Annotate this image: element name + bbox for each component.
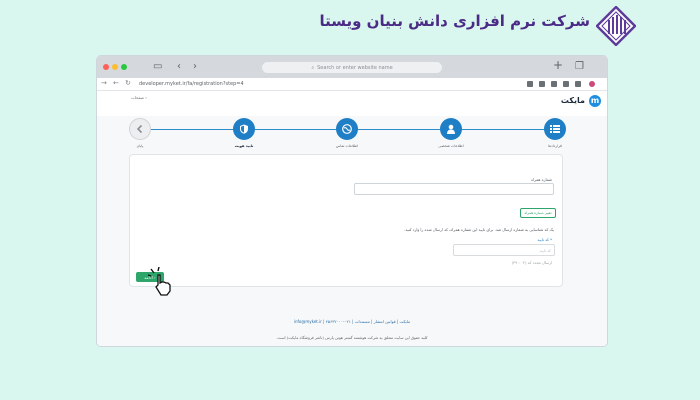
step-label-finish: پایان: [136, 144, 144, 148]
step-label-contracts: قراردادها: [548, 144, 562, 148]
close-window-icon[interactable]: [103, 64, 109, 70]
back-link[interactable]: ‹ صفحات: [131, 95, 147, 100]
tabs-icon[interactable]: ❐: [575, 61, 584, 73]
sidebar-toggle-icon[interactable]: [575, 81, 581, 87]
puzzle-icon[interactable]: [563, 81, 569, 87]
step-contact-info[interactable]: [336, 118, 358, 140]
footer-copyright: کلیه حقوق این سایت متعلق به شرکت هوشمند …: [276, 335, 428, 340]
myket-logo-icon[interactable]: m: [589, 95, 601, 107]
code-label: * کد تایید: [537, 237, 552, 242]
step-identity-verification[interactable]: [233, 118, 255, 140]
step-label-contact-info: اطلاعات تماس: [335, 144, 359, 148]
vista-building-logo-icon: [595, 5, 637, 47]
web-page: m مایکت ‹ صفحات قراردادها اطلاعات شخصی ا…: [97, 91, 607, 346]
step-contracts[interactable]: [544, 118, 566, 140]
list-icon: [550, 125, 560, 133]
browser-tab-bar: ▭ ‹ › ⌕ Search or enter website name + ❐: [97, 56, 607, 78]
sidebar-icon[interactable]: ▭: [153, 61, 162, 73]
step-personal-info[interactable]: [440, 118, 462, 140]
step-finish[interactable]: [129, 118, 151, 140]
globe-icon: [342, 124, 352, 134]
user-icon: [447, 124, 455, 134]
url-text[interactable]: developer.myket.ir/fa/registration?step=…: [139, 81, 244, 87]
shield-icon: [240, 124, 248, 134]
verification-code-input[interactable]: کد تایید: [453, 244, 555, 256]
browser-window: ▭ ‹ › ⌕ Search or enter website name + ❐…: [97, 56, 607, 346]
profile-avatar[interactable]: [589, 81, 595, 87]
footer-links[interactable]: مایکت | قوانین انتشار | مستندات | ۰۲۱-۴۵…: [97, 319, 607, 324]
address-bar[interactable]: → ← ↻ developer.myket.ir/fa/registration…: [97, 78, 607, 91]
registration-stepper: قراردادها اطلاعات شخصی اطلاعات تماس تایی…: [97, 116, 607, 156]
chevron-left-icon: [136, 124, 143, 134]
minimize-window-icon[interactable]: [112, 64, 118, 70]
search-icon: ⌕: [311, 64, 315, 71]
brand-title: شرکت نرم افزاری دانش بنیان ویستا: [319, 12, 590, 30]
back-icon[interactable]: ‹: [177, 61, 181, 73]
browser-search-placeholder: Search or enter website name: [317, 64, 393, 71]
hand-cursor-icon: [148, 267, 171, 296]
app-header: m مایکت ‹ صفحات: [97, 91, 607, 116]
maximize-window-icon[interactable]: [121, 64, 127, 70]
extension-icon[interactable]: [551, 81, 557, 87]
app-logo-text[interactable]: مایکت: [561, 96, 585, 105]
sms-sent-message: یک کد شناسایی به شماره ارسال شد. برای تا…: [404, 227, 554, 232]
star-icon[interactable]: [527, 81, 533, 87]
resend-code-text[interactable]: ارسال مجدد کد (۰۲ : ۳۹): [512, 260, 552, 265]
forward-icon[interactable]: ›: [193, 61, 197, 73]
add-tab-icon[interactable]: +: [553, 59, 563, 71]
step-label-personal-info: اطلاعات شخصی: [438, 144, 464, 148]
back-arrow-icon[interactable]: →: [101, 79, 107, 87]
brand-logo: [595, 5, 637, 47]
change-phone-button[interactable]: تغییر شماره همراه: [520, 208, 556, 218]
phone-field[interactable]: [354, 183, 554, 195]
verification-card: شماره همراه تغییر شماره همراه یک کد شناس…: [129, 154, 563, 287]
forward-arrow-icon[interactable]: ←: [113, 79, 119, 87]
phone-label: شماره همراه: [531, 177, 552, 182]
share-icon[interactable]: [539, 81, 545, 87]
browser-search-field[interactable]: ⌕ Search or enter website name: [262, 62, 442, 73]
reload-icon[interactable]: ↻: [125, 79, 131, 87]
step-label-identity-verification: تایید هویت: [234, 144, 254, 148]
